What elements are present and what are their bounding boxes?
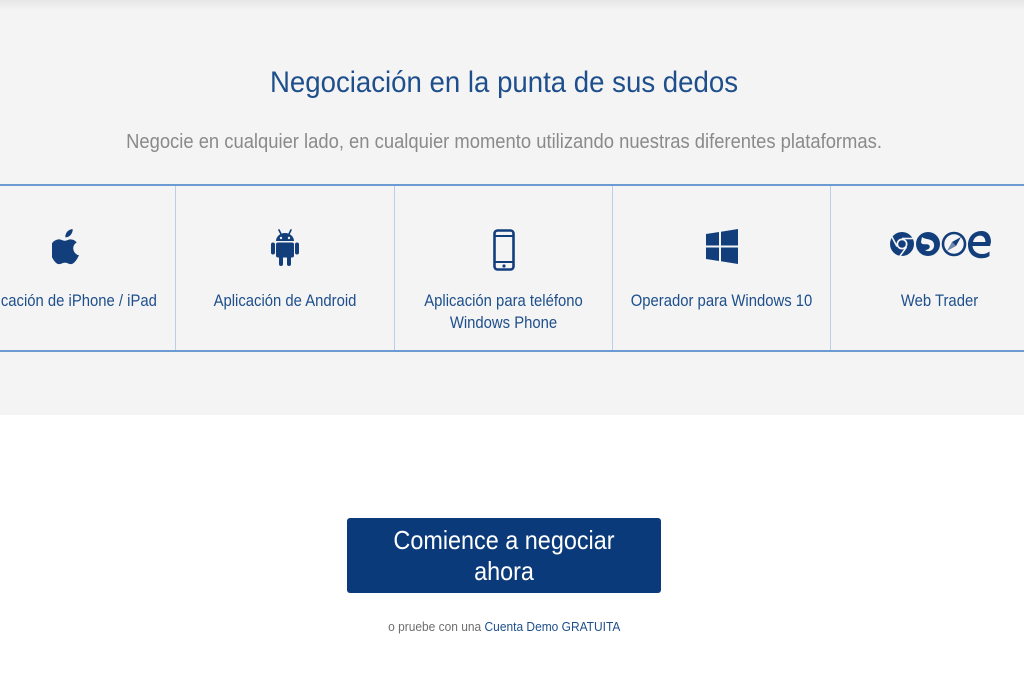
apple-icon	[51, 229, 79, 265]
platform-strip: Aplicación de iPhone / iPad Aplicación d…	[0, 184, 1024, 352]
platform-label: Aplicación para teléfono Windows Phone	[424, 292, 583, 332]
browsers-icon	[889, 231, 991, 259]
section-subtitle: Negocie en cualquier lado, en cualquier …	[126, 131, 882, 153]
safari-icon	[941, 231, 966, 257]
platform-card-windows-phone[interactable]: Aplicación para teléfono Windows Phone	[395, 186, 613, 350]
top-shadow	[0, 0, 1024, 10]
smartphone-icon	[492, 229, 515, 271]
platform-label: Web Trader	[900, 292, 979, 310]
section-title: Negociación en la punta de sus dedos	[269, 66, 738, 99]
demo-prefix: o pruebe con una	[387, 619, 481, 634]
platforms-section: Negociación en la punta de sus dedos Neg…	[0, 0, 1024, 415]
start-trading-label: Comience a negociar ahora	[393, 524, 615, 586]
platform-label: Aplicación de Android	[213, 292, 357, 310]
demo-account-line: o pruebe con una Cuenta Demo GRATUITA	[0, 619, 1008, 634]
chrome-icon	[889, 232, 914, 257]
platform-card-web-trader[interactable]: Web Trader	[831, 186, 1024, 350]
page: Negociación en la punta de sus dedos Neg…	[0, 0, 1024, 683]
start-trading-button[interactable]: Comience a negociar ahora	[347, 518, 661, 593]
platform-card-windows10[interactable]: Operador para Windows 10	[613, 186, 831, 350]
demo-account-link[interactable]: Cuenta Demo GRATUITA	[484, 619, 620, 634]
platform-card-android[interactable]: Aplicación de Android	[176, 186, 395, 350]
firefox-icon	[915, 232, 940, 256]
platform-label: Aplicación de iPhone / iPad	[0, 292, 157, 310]
platform-label: Operador para Windows 10	[630, 292, 813, 310]
edge-icon	[967, 231, 991, 259]
android-icon	[271, 229, 299, 266]
platform-card-iphone[interactable]: Aplicación de iPhone / iPad	[0, 186, 176, 350]
windows-icon	[705, 229, 738, 264]
